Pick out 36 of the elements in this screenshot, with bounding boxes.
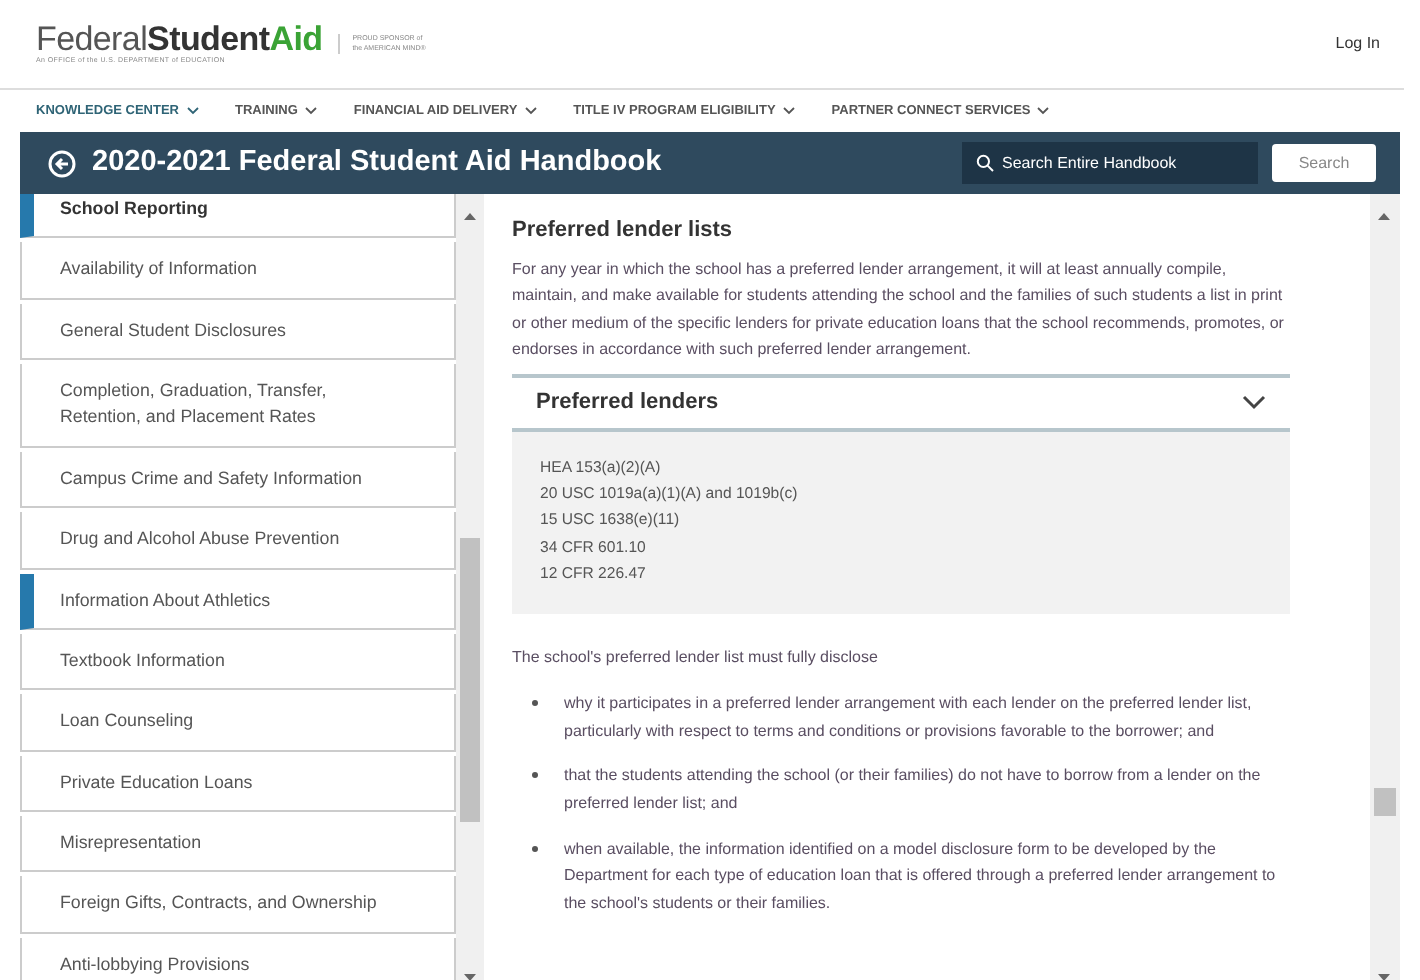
search-field[interactable]: Search Entire Handbook (962, 142, 1258, 184)
caret-icon (185, 106, 199, 116)
scrollbar-thumb[interactable] (1374, 788, 1396, 816)
search-button[interactable]: Search (1272, 144, 1376, 182)
bullet-text: why it participates in a preferred lender arrangement with each lender on the preferred lender list, particularly with respect to terms and conditions or provisions favorable to the borrower; and (564, 692, 1254, 744)
sidebar-item[interactable]: Textbook Information (20, 633, 456, 691)
chevron-icon (1242, 394, 1266, 411)
caret-icon (1036, 106, 1051, 116)
section-heading: Preferred lender lists (512, 218, 735, 245)
sidebar-item[interactable]: Campus Crime and Safety Information (20, 451, 456, 509)
logo-wordmark: FederalStudentAid (36, 21, 323, 56)
sidebar-item[interactable]: Loan Counseling (20, 694, 456, 752)
bullet-text: when available, the information identified on a model disclosure form to be developed by the Department for each type of education loan that is offered through a preferred lender arrangement to the school's students or their families. (564, 837, 1278, 916)
bullet-icon (532, 700, 538, 707)
sidebar-item[interactable]: Drug and Alcohol Abuse Prevention (20, 512, 456, 570)
caret-icon (523, 106, 538, 116)
handbook-title: 2020-2021 Federal Student Aid Handbook (92, 143, 664, 182)
scrollbar-thumb[interactable] (460, 538, 480, 822)
caret-icon (781, 106, 796, 116)
login-link[interactable]: Log In (1335, 32, 1380, 56)
sidebar-item[interactable]: Information About Athletics (20, 573, 456, 630)
sidebar-item[interactable]: Anti-lobbying Provisions (20, 937, 456, 980)
bullet-text: that the students attending the school (or their families) do not have to borrow from a lender on the preferred lender list; and (564, 764, 1263, 816)
body-paragraph: The school's preferred lender list must fully disclose (512, 646, 880, 671)
sidebar-item[interactable]: General Student Disclosures (20, 303, 456, 361)
body-paragraph: For any year in which the school has a preferred lender arrangement, it will at least annually compile, maintain, and make available for students attending the school and the families of such students a list in print or other medium of the specific lenders for private education loans that the school recommends, promotes, or endorses in accordance with such preferred lender arrangement. (512, 258, 1286, 362)
sidebar-item[interactable]: Completion, Graduation, Transfer, Retention, and Placement Rates (20, 364, 456, 448)
bullet-icon (532, 772, 538, 779)
search-icon (976, 154, 994, 172)
sidebar-item[interactable]: Private Education Loans (20, 755, 456, 812)
sidebar-item[interactable]: Availability of Information (20, 242, 456, 300)
sidebar-item[interactable]: Foreign Gifts, Contracts, and Ownership (20, 876, 456, 934)
sidebar-item[interactable]: Misrepresentation (20, 815, 456, 873)
bullet-icon (532, 845, 538, 852)
caret-icon (303, 106, 318, 116)
sidebar-item[interactable]: School Reporting (20, 194, 456, 239)
